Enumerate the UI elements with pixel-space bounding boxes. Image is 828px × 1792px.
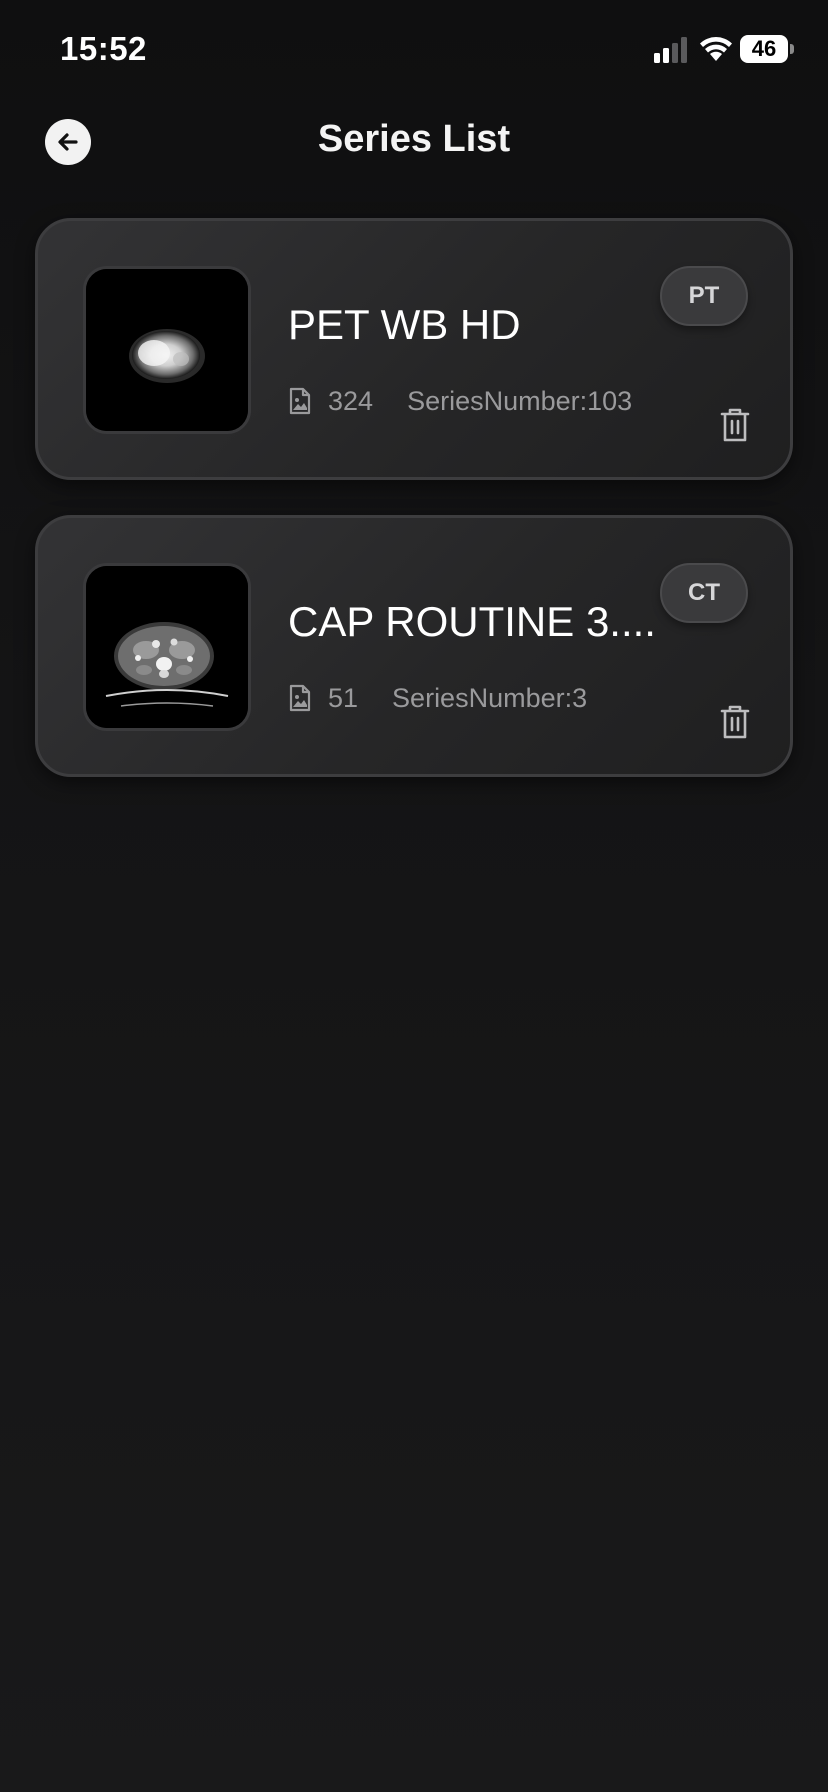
status-bar: 15:52 46 bbox=[0, 0, 828, 100]
battery-icon: 46 bbox=[740, 35, 794, 63]
image-count: 324 bbox=[328, 385, 374, 416]
series-meta: 324 SeriesNumber:103 bbox=[288, 384, 632, 418]
pet-scan-image bbox=[86, 269, 248, 431]
trash-icon bbox=[720, 408, 750, 442]
ct-scan-thumbnail bbox=[83, 563, 251, 731]
series-card[interactable]: CAP ROUTINE 3.... 51 SeriesNumber:3 CT bbox=[35, 515, 793, 777]
series-list: PET WB HD 324 SeriesNumber:103 PT CAP RO… bbox=[35, 218, 793, 812]
series-meta: 51 SeriesNumber:3 bbox=[288, 681, 587, 715]
delete-button[interactable] bbox=[718, 703, 752, 741]
series-title: CAP ROUTINE 3.... bbox=[288, 598, 656, 645]
battery-tip bbox=[790, 44, 794, 54]
delete-button[interactable] bbox=[718, 406, 752, 444]
pet-scan-thumbnail bbox=[83, 266, 251, 434]
ct-scan-image bbox=[86, 566, 248, 728]
file-image-icon bbox=[289, 684, 311, 712]
series-card[interactable]: PET WB HD 324 SeriesNumber:103 PT bbox=[35, 218, 793, 480]
series-number: SeriesNumber:3 bbox=[392, 682, 588, 713]
signal-icon bbox=[654, 37, 687, 63]
modality-badge: PT bbox=[660, 266, 748, 326]
file-image-icon bbox=[289, 387, 311, 415]
image-count: 51 bbox=[328, 682, 359, 713]
battery-level: 46 bbox=[740, 35, 788, 63]
modality-badge: CT bbox=[660, 563, 748, 623]
status-time: 15:52 bbox=[60, 30, 147, 67]
page-title: Series List bbox=[317, 118, 511, 160]
header: Series List bbox=[0, 100, 828, 180]
series-list-screen: 15:52 46 Series List PET WB HD 324 Serie… bbox=[0, 0, 828, 1792]
trash-icon bbox=[720, 705, 750, 739]
series-title: PET WB HD bbox=[288, 301, 521, 348]
series-number: SeriesNumber:103 bbox=[407, 385, 633, 416]
wifi-icon bbox=[700, 37, 732, 61]
